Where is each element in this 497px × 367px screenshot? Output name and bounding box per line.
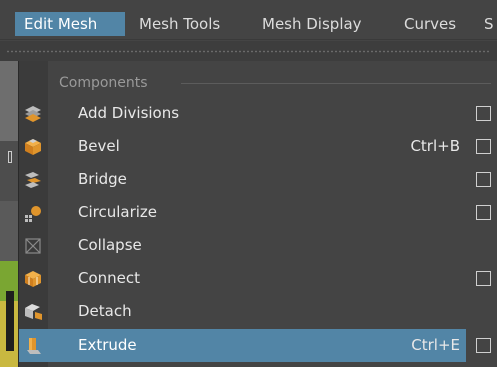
menu-item-label: Extrude xyxy=(78,336,137,354)
edit-mesh-dropdown: Components Add Divisions Bevel Ctrl+B Br… xyxy=(18,61,497,367)
menu-item-detach[interactable]: Detach xyxy=(19,295,497,328)
strip-dots xyxy=(6,50,491,53)
viewport-object xyxy=(8,151,12,163)
connect-icon xyxy=(23,269,43,289)
menu-item-connect[interactable]: Connect xyxy=(19,262,497,295)
viewport-object xyxy=(6,291,14,351)
viewport-band xyxy=(0,61,18,141)
menu-item-label: Add Divisions xyxy=(78,104,180,122)
option-box[interactable] xyxy=(476,205,491,220)
menu-item-shortcut: Ctrl+B xyxy=(410,137,460,155)
menu-item-bridge[interactable]: Bridge xyxy=(19,163,497,196)
section-divider xyxy=(181,83,491,84)
menu-mesh-display[interactable]: Mesh Display xyxy=(262,12,362,36)
add-divisions-icon xyxy=(23,104,43,124)
menu-item-bevel[interactable]: Bevel Ctrl+B xyxy=(19,130,497,163)
menu-curves[interactable]: Curves xyxy=(404,12,456,36)
menu-item-label: Connect xyxy=(78,269,141,287)
menu-item-label: Bevel xyxy=(78,137,120,155)
section-header: Components xyxy=(59,75,148,91)
option-box[interactable] xyxy=(476,271,491,286)
option-box[interactable] xyxy=(476,172,491,187)
menu-item-collapse[interactable]: Collapse xyxy=(19,229,497,262)
menu-edit-mesh[interactable]: Edit Mesh xyxy=(15,12,125,36)
extrude-option-area xyxy=(466,329,497,362)
option-box[interactable] xyxy=(476,338,491,353)
option-box[interactable] xyxy=(476,106,491,121)
extrude-icon xyxy=(23,336,43,356)
menu-bar: Edit Mesh Mesh Tools Mesh Display Curves… xyxy=(0,0,497,40)
menu-item-extrude[interactable]: Extrude Ctrl+E xyxy=(19,329,466,362)
menu-item-shortcut: Ctrl+E xyxy=(411,336,460,354)
menu-item-circularize[interactable]: Circularize xyxy=(19,196,497,229)
menu-next-truncated[interactable]: S xyxy=(484,12,494,36)
menu-item-add-divisions[interactable]: Add Divisions xyxy=(19,97,497,130)
menu-item-label: Detach xyxy=(78,302,132,320)
menu-mesh-tools[interactable]: Mesh Tools xyxy=(139,12,220,36)
menu-item-label: Circularize xyxy=(78,203,158,221)
circularize-icon xyxy=(23,203,43,223)
menu-item-label: Collapse xyxy=(78,236,142,254)
option-box[interactable] xyxy=(476,139,491,154)
viewport-band xyxy=(0,141,18,201)
shelf-strip xyxy=(0,41,497,61)
menu-item-label: Bridge xyxy=(78,170,127,188)
collapse-icon xyxy=(23,236,43,256)
detach-icon xyxy=(23,302,43,322)
viewport-slice xyxy=(0,61,18,367)
bridge-icon xyxy=(23,170,43,190)
bevel-icon xyxy=(23,137,43,157)
